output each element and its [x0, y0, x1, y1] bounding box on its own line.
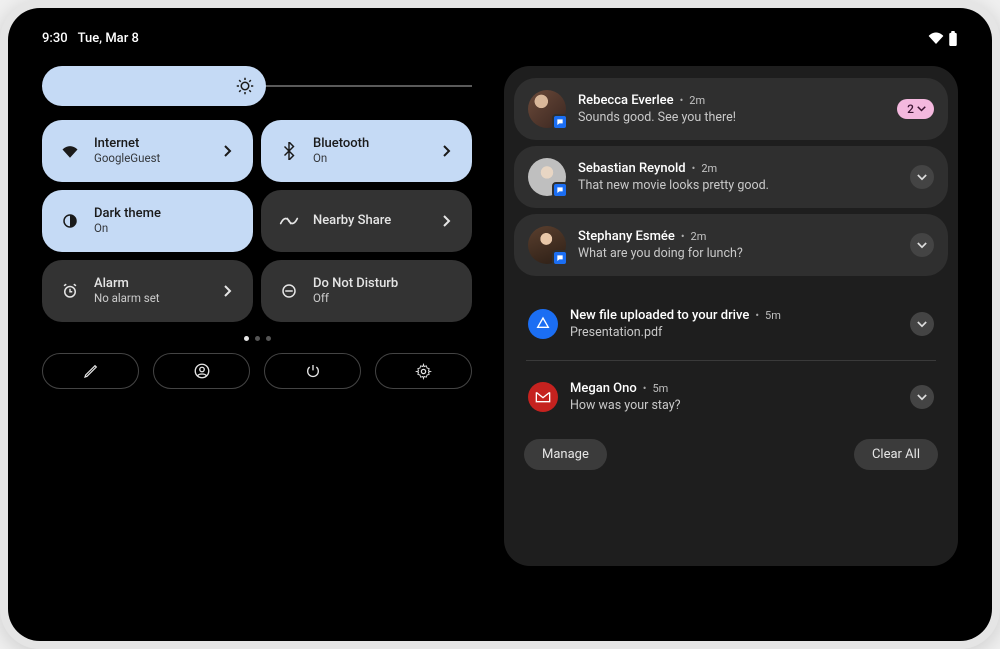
- notification-item[interactable]: Sebastian Reynold • 2m That new movie lo…: [514, 146, 948, 208]
- quick-settings-panel: Internet GoogleGuest Bluetooth: [42, 66, 472, 566]
- tile-label: Internet: [94, 136, 219, 152]
- notification-body: That new movie looks pretty good.: [578, 178, 898, 193]
- notification-body: How was your stay?: [570, 398, 898, 413]
- notification-title: Sebastian Reynold: [578, 161, 686, 176]
- notification-item[interactable]: Megan Ono • 5m How was your stay?: [514, 367, 948, 427]
- tile-sub: GoogleGuest: [94, 152, 219, 166]
- tile-nearby-share[interactable]: Nearby Share: [261, 190, 472, 252]
- chevron-right-icon: [219, 285, 237, 297]
- status-date: Tue, Mar 8: [78, 31, 139, 46]
- tile-dnd[interactable]: Do Not Disturb Off: [261, 260, 472, 322]
- page-indicator: [42, 336, 472, 341]
- expand-icon[interactable]: [910, 165, 934, 189]
- notification-body: What are you doing for lunch?: [578, 246, 898, 261]
- avatar: [528, 90, 566, 128]
- tile-label: Do Not Disturb: [313, 276, 456, 292]
- chevron-right-icon: [219, 145, 237, 157]
- tile-sub: No alarm set: [94, 292, 219, 306]
- tile-sub: On: [94, 222, 237, 236]
- gmail-icon: [528, 382, 558, 412]
- notification-item[interactable]: New file uploaded to your drive • 5m Pre…: [514, 294, 948, 354]
- tile-label: Alarm: [94, 276, 219, 292]
- do-not-disturb-icon: [277, 282, 301, 300]
- messages-app-badge-icon: [552, 182, 568, 198]
- status-time: 9:30: [42, 31, 68, 46]
- wifi-icon: [58, 144, 82, 158]
- notification-time: 2m: [701, 162, 717, 175]
- notification-item[interactable]: Stephany Esmée • 2m What are you doing f…: [514, 214, 948, 276]
- alarm-icon: [58, 282, 82, 300]
- notification-title: Rebecca Everlee: [578, 93, 674, 108]
- tile-label: Dark theme: [94, 206, 237, 222]
- tile-sub: Off: [313, 292, 456, 306]
- screen: 9:30 Tue, Mar 8: [8, 8, 992, 641]
- expand-icon[interactable]: [910, 385, 934, 409]
- notification-title: New file uploaded to your drive: [570, 308, 749, 323]
- manage-button[interactable]: Manage: [524, 439, 607, 470]
- notification-time: 2m: [689, 94, 705, 107]
- notification-time: 5m: [652, 382, 668, 395]
- nearby-share-icon: [277, 215, 301, 227]
- tile-alarm[interactable]: Alarm No alarm set: [42, 260, 253, 322]
- chevron-right-icon: [438, 215, 456, 227]
- drive-icon: [528, 309, 558, 339]
- brightness-slider[interactable]: [42, 66, 472, 106]
- user-button[interactable]: [153, 353, 250, 389]
- divider: [526, 360, 936, 361]
- tile-label: Nearby Share: [313, 213, 438, 229]
- dark-theme-icon: [58, 212, 82, 230]
- chevron-right-icon: [438, 145, 456, 157]
- power-button[interactable]: [264, 353, 361, 389]
- wifi-icon: [928, 32, 944, 44]
- expand-icon[interactable]: [910, 233, 934, 257]
- notification-title: Stephany Esmée: [578, 229, 675, 244]
- notification-body: Sounds good. See you there!: [578, 110, 885, 125]
- notification-body: Presentation.pdf: [570, 325, 898, 340]
- avatar: [528, 226, 566, 264]
- bluetooth-icon: [277, 142, 301, 160]
- notification-item[interactable]: Rebecca Everlee • 2m Sounds good. See yo…: [514, 78, 948, 140]
- status-bar: 9:30 Tue, Mar 8: [42, 26, 958, 50]
- brightness-icon: [236, 77, 254, 95]
- tile-sub: On: [313, 152, 438, 166]
- tile-label: Bluetooth: [313, 136, 438, 152]
- settings-button[interactable]: [375, 353, 472, 389]
- notification-title: Megan Ono: [570, 381, 637, 396]
- tablet-frame: 9:30 Tue, Mar 8: [0, 0, 1000, 649]
- tile-internet[interactable]: Internet GoogleGuest: [42, 120, 253, 182]
- messages-app-badge-icon: [552, 114, 568, 130]
- expand-icon[interactable]: [910, 312, 934, 336]
- avatar: [528, 158, 566, 196]
- notification-panel: Rebecca Everlee • 2m Sounds good. See yo…: [504, 66, 958, 566]
- edit-button[interactable]: [42, 353, 139, 389]
- tile-dark-theme[interactable]: Dark theme On: [42, 190, 253, 252]
- notification-count-badge[interactable]: 2: [897, 99, 934, 119]
- tile-bluetooth[interactable]: Bluetooth On: [261, 120, 472, 182]
- battery-icon: [948, 31, 958, 46]
- notification-time: 2m: [691, 230, 707, 243]
- clear-all-button[interactable]: Clear All: [854, 439, 938, 470]
- notification-time: 5m: [765, 309, 781, 322]
- messages-app-badge-icon: [552, 250, 568, 266]
